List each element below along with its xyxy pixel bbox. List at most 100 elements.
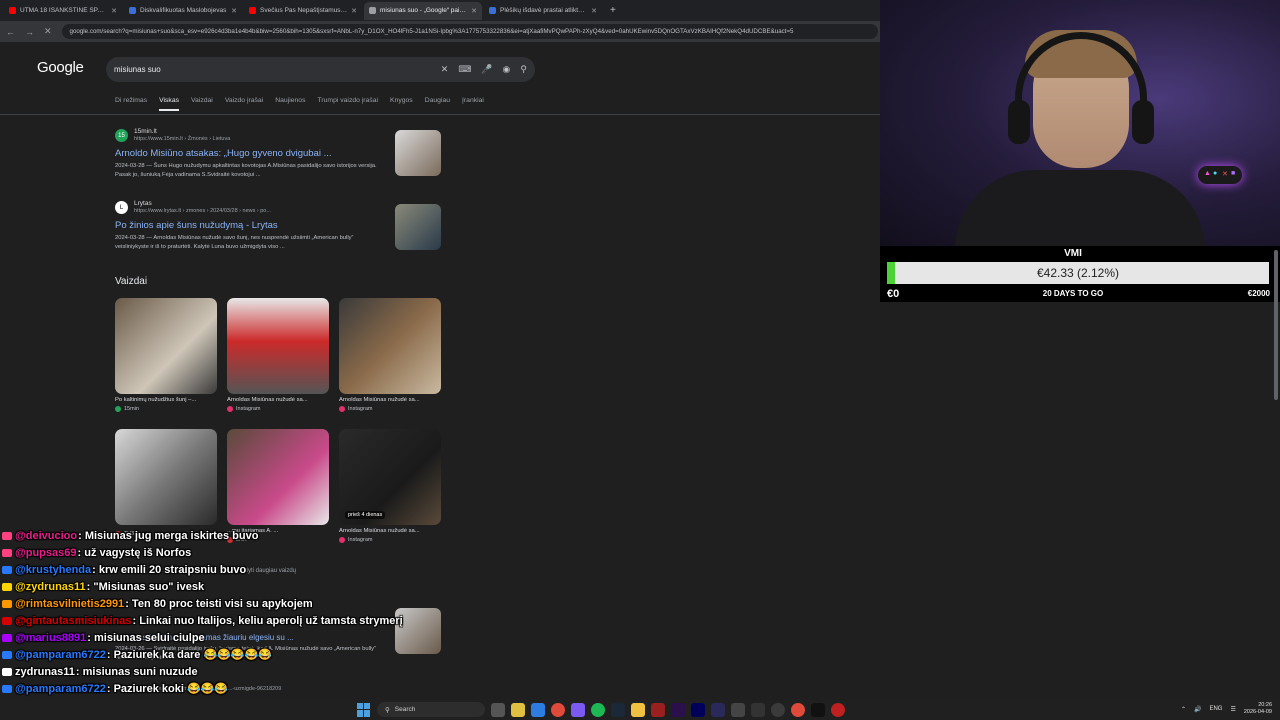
browser-tab[interactable]: UTMA 18 IŠANKSTINĖ SPAUDOS ✕ <box>4 2 122 20</box>
edge-icon[interactable] <box>531 702 545 717</box>
image-result[interactable]: Arnoldas Misiūnas nužudė sa... Instagram <box>339 298 441 412</box>
search-tab[interactable]: Di režimas <box>115 97 147 111</box>
search-tab[interactable]: Daugiau <box>425 97 450 111</box>
chat-text: "Misiunas suo" ivesk <box>93 581 205 593</box>
stop-loading-icon[interactable]: ✕ <box>44 26 52 37</box>
steam-icon[interactable] <box>611 702 625 717</box>
lang-indicator[interactable]: ENG <box>1209 706 1222 712</box>
discord-icon[interactable] <box>571 702 585 717</box>
back-icon[interactable]: ← <box>6 27 15 37</box>
image-result[interactable]: TV3 <box>115 429 217 537</box>
chrome-icon[interactable] <box>551 702 565 717</box>
after-effects-icon[interactable] <box>671 702 685 717</box>
chrome-active-icon[interactable] <box>791 702 805 717</box>
tab-label: UTMA 18 IŠANKSTINĖ SPAUDOS <box>20 7 107 14</box>
tab-favicon-icon <box>249 7 256 14</box>
image-source[interactable]: Instagram <box>339 406 441 412</box>
keyboard-icon[interactable]: ⌨ <box>458 64 471 75</box>
spotify-icon[interactable] <box>591 702 605 717</box>
result-thumbnail[interactable] <box>395 130 441 176</box>
taskbar-search-label: Search <box>394 706 416 713</box>
obs-icon[interactable] <box>771 702 785 717</box>
forward-icon[interactable]: → <box>25 27 34 37</box>
capcut-icon[interactable] <box>751 702 765 717</box>
clock[interactable]: 20:26 2026-04-09 <box>1244 702 1272 716</box>
premiere-icon[interactable] <box>711 702 725 717</box>
platform-badge-icon <box>2 549 12 558</box>
clock-date: 2026-04-09 <box>1243 709 1272 715</box>
image-thumbnail[interactable] <box>227 429 329 525</box>
goal-max: €2000 <box>1247 289 1270 298</box>
result-thumbnail[interactable] <box>395 204 441 250</box>
wifi-icon[interactable]: ☰ <box>1230 706 1235 713</box>
search-tab[interactable]: Viskas <box>159 97 180 111</box>
google-logo[interactable]: Google <box>37 59 84 76</box>
clear-icon[interactable]: ✕ <box>441 64 449 75</box>
image-caption: Arnoldas Misiūnas nužudė sa... <box>227 397 308 403</box>
search-icon[interactable]: ⚲ <box>520 64 527 75</box>
search-tabs: Di režimas Viskas Vaizdai Vaizdo įrašai Nauj… <box>115 97 484 111</box>
source-label: Instagram <box>236 406 261 412</box>
task-view-icon[interactable] <box>491 702 505 717</box>
search-tab[interactable]: Vaizdo įrašai <box>225 97 263 111</box>
browser-tab[interactable]: misiunas suo - „Google“ paieška ✕ <box>364 1 482 20</box>
browser-tab[interactable]: Diskvalifikuotas Maslobojevas ✕ <box>124 2 242 20</box>
search-icon: ⚲ <box>385 706 390 714</box>
close-icon[interactable]: ✕ <box>471 7 477 15</box>
image-source[interactable]: 15min <box>115 406 217 412</box>
search-input[interactable]: misiunas suo <box>114 65 431 74</box>
clock-time: 20:26 <box>1258 702 1272 708</box>
page-scrollbar[interactable] <box>1274 250 1278 400</box>
search-tab[interactable]: Knygos <box>390 97 413 111</box>
start-icon[interactable] <box>357 702 371 717</box>
browser-tab[interactable]: Plėšikų išdavė prastai atliktas plaukų ✕ <box>484 2 602 20</box>
record-icon[interactable] <box>831 702 845 717</box>
chat-username: @pamparam6722 <box>15 649 106 661</box>
close-icon[interactable]: ✕ <box>231 7 237 15</box>
file-explorer-icon[interactable] <box>511 702 525 717</box>
chat-colon: : <box>125 598 132 610</box>
taskbar-search[interactable]: ⚲ Search <box>377 702 485 717</box>
image-thumbnail[interactable] <box>339 298 441 394</box>
image-thumbnail[interactable]: prieš 4 dienas <box>339 429 441 525</box>
image-result[interactable]: Arnoldas Misiūnas nužudė sa... Instagram <box>227 298 329 412</box>
goal-days-left: 20 DAYS TO GO <box>1042 289 1104 298</box>
camera-icon[interactable]: ◉ <box>503 64 511 75</box>
notion-icon[interactable] <box>731 702 745 717</box>
chat-colon: : <box>92 564 99 576</box>
chevron-up-icon[interactable]: ⌃ <box>1181 706 1186 713</box>
folder-icon[interactable] <box>631 702 645 717</box>
chat-message: @pamparam6722: Paziurek ka dare 😂😂😂😂😂 <box>0 647 560 664</box>
image-thumbnail[interactable] <box>115 429 217 525</box>
search-tab[interactable]: Naujienos <box>275 97 305 111</box>
chat-username: zydrunas11 <box>15 666 75 678</box>
search-tab[interactable]: Vaizdai <box>191 97 213 111</box>
search-tab[interactable]: Trumpi vaizdo įrašai <box>317 97 378 111</box>
close-icon[interactable]: ✕ <box>351 7 357 15</box>
tab-favicon-icon <box>489 7 496 14</box>
screen: UTMA 18 IŠANKSTINĖ SPAUDOS✕Diskvalifikuo… <box>0 0 1280 720</box>
page-background-right <box>880 302 1280 700</box>
image-source[interactable]: Instagram <box>227 406 329 412</box>
chat-username: @krustyhenda <box>15 564 92 576</box>
webcam-feed: ▲ ● ✕ ■ <box>880 0 1280 246</box>
image-result[interactable]: ...mų įtariamas A. ... LNK <box>227 429 329 543</box>
audition-icon[interactable] <box>691 702 705 717</box>
close-icon[interactable]: ✕ <box>591 7 597 15</box>
tiktok-icon[interactable] <box>811 702 825 717</box>
source-label: Instagram <box>348 406 373 412</box>
search-tab[interactable]: Įrankiai <box>462 97 484 111</box>
image-thumbnail[interactable] <box>115 298 217 394</box>
image-thumbnail[interactable] <box>227 298 329 394</box>
url-field[interactable]: google.com/search?q=misiunas+suo&sca_esv… <box>61 24 878 39</box>
chat-colon: : <box>75 666 83 678</box>
image-result[interactable]: Po kaltinimų nužudžius šunį –... 15min <box>115 298 217 412</box>
speaker-icon[interactable]: 🔊 <box>1194 706 1201 713</box>
acrobat-icon[interactable] <box>651 702 665 717</box>
new-tab-button[interactable]: + <box>604 5 622 16</box>
browser-tab[interactable]: Svečius Pas Nepaštįstamus IRL ✕ <box>244 2 362 20</box>
image-result[interactable]: prieš 4 dienas Arnoldas Misiūnas nužudė s… <box>339 429 441 543</box>
microphone-icon[interactable]: 🎤 <box>481 64 492 75</box>
search-box[interactable]: misiunas suo ✕ ⌨ 🎤 ◉ ⚲ <box>106 57 535 82</box>
close-icon[interactable]: ✕ <box>111 7 117 15</box>
